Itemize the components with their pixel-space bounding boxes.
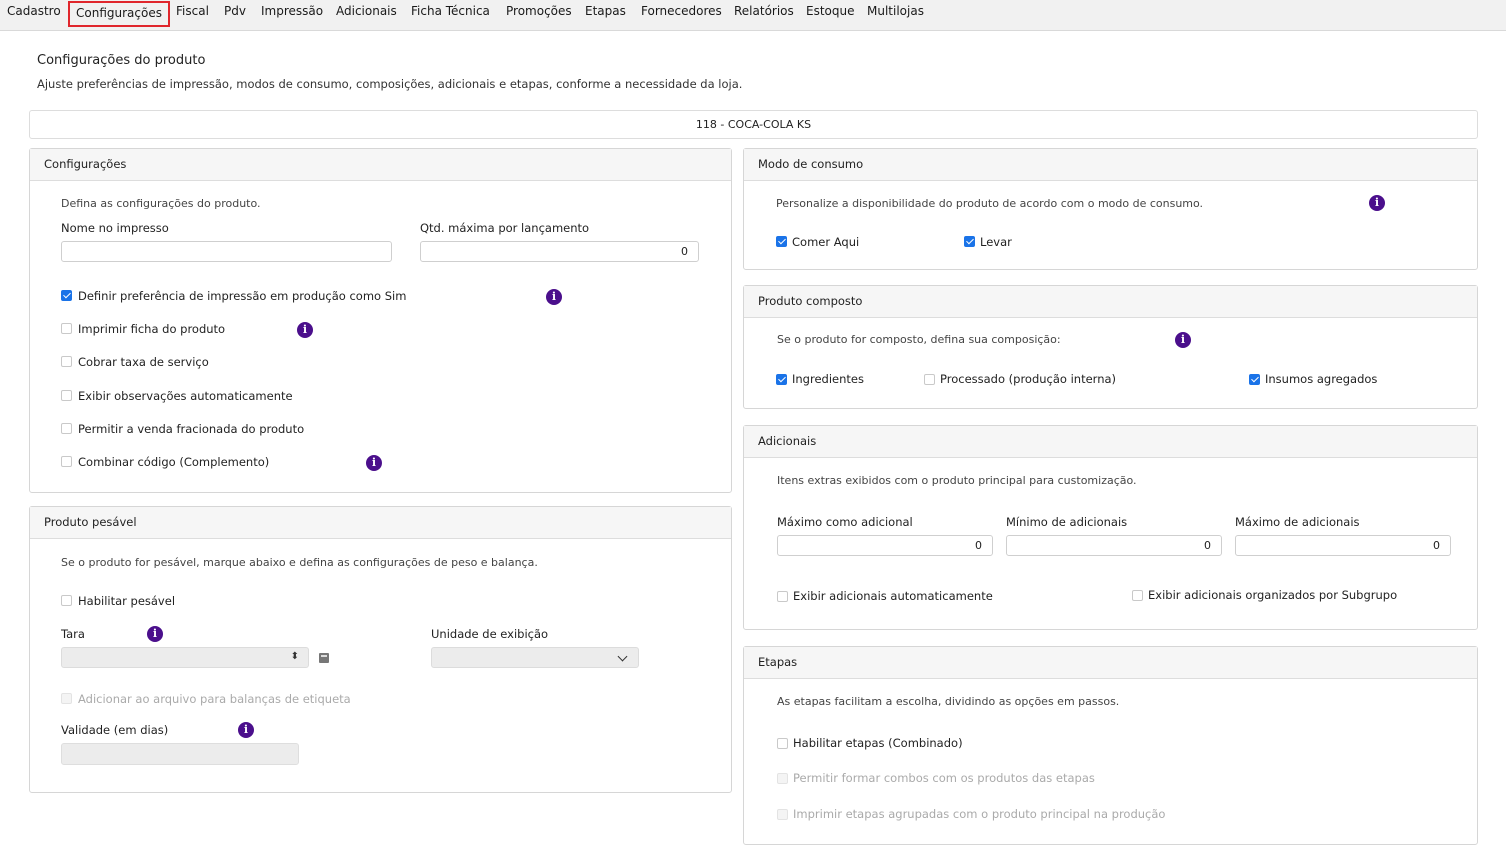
tab-estoque[interactable]: Estoque xyxy=(806,4,855,23)
weighable-description: Se o produto for pesável, marque abaixo … xyxy=(61,556,538,569)
max-addons-label: Máximo de adicionais xyxy=(1235,515,1360,529)
steps-description: As etapas facilitam a escolha, dividindo… xyxy=(777,695,1120,708)
addons-panel: Adicionais Itens extras exibidos com o p… xyxy=(743,425,1478,630)
top-tab-bar: Cadastro Configurações Fiscal Pdv Impres… xyxy=(0,0,1506,31)
steps-panel: Etapas As etapas facilitam a escolha, di… xyxy=(743,646,1478,845)
max-addons-input[interactable]: 0 xyxy=(1235,535,1451,556)
tab-impressao[interactable]: Impressão xyxy=(261,4,323,23)
validity-input[interactable] xyxy=(61,743,299,765)
label-scale-checkbox[interactable] xyxy=(61,693,72,704)
subgroup-addons-checkbox[interactable] xyxy=(1132,590,1143,601)
validity-label: Validade (em dias) xyxy=(61,723,169,737)
print-product-sheet-label: Imprimir ficha do produto xyxy=(78,322,226,336)
label-scale-label: Adicionar ao arquivo para balanças de et… xyxy=(78,692,351,706)
chevron-down-icon xyxy=(617,651,628,662)
addons-description: Itens extras exibidos com o produto prin… xyxy=(777,474,1137,487)
page-title: Configurações do produto xyxy=(37,53,206,68)
config-description: Defina as configurações do produto. xyxy=(61,197,261,210)
auto-addons-label: Exibir adicionais automaticamente xyxy=(793,589,993,603)
take-away-label: Levar xyxy=(980,235,1012,249)
composite-panel: Produto composto Se o produto for compos… xyxy=(743,285,1478,409)
print-preference-info-icon[interactable]: i xyxy=(546,289,562,305)
print-steps-checkbox[interactable] xyxy=(777,809,788,820)
name-printed-input[interactable] xyxy=(61,241,392,262)
max-as-addon-input[interactable]: 0 xyxy=(777,535,993,556)
enable-weighable-label: Habilitar pesável xyxy=(78,594,176,608)
addons-panel-title: Adicionais xyxy=(744,426,1477,458)
processed-label: Processado (produção interna) xyxy=(940,372,1117,386)
enable-steps-label: Habilitar etapas (Combinado) xyxy=(793,736,963,750)
tab-promocoes[interactable]: Promoções xyxy=(506,4,572,23)
tab-relatorios[interactable]: Relatórios xyxy=(734,4,794,23)
print-product-sheet-info-icon[interactable]: i xyxy=(297,322,313,338)
page-subtitle: Ajuste preferências de impressão, modos … xyxy=(37,77,743,91)
tab-cadastro[interactable]: Cadastro xyxy=(7,4,61,23)
display-unit-label: Unidade de exibição xyxy=(431,627,549,641)
consumption-info-icon[interactable]: i xyxy=(1369,195,1385,211)
tab-ficha-tecnica[interactable]: Ficha Técnica xyxy=(411,4,490,23)
service-fee-checkbox[interactable] xyxy=(61,356,72,367)
tab-fiscal[interactable]: Fiscal xyxy=(176,4,209,23)
max-qty-label: Qtd. máxima por lançamento xyxy=(420,221,590,235)
min-addons-input[interactable]: 0 xyxy=(1006,535,1222,556)
ingredients-label: Ingredientes xyxy=(792,372,864,386)
consumption-panel-title: Modo de consumo xyxy=(744,149,1477,181)
display-unit-select[interactable] xyxy=(431,647,639,668)
consumption-description: Personalize a disponibilidade do produto… xyxy=(776,197,1204,210)
min-addons-label: Mínimo de adicionais xyxy=(1006,515,1128,529)
validity-info-icon[interactable]: i xyxy=(238,722,254,738)
config-panel-title: Configurações xyxy=(30,149,731,181)
steps-panel-title: Etapas xyxy=(744,647,1477,679)
combine-code-checkbox[interactable] xyxy=(61,456,72,467)
enable-steps-checkbox[interactable] xyxy=(777,738,788,749)
ingredients-checkbox[interactable] xyxy=(776,374,787,385)
take-away-checkbox[interactable] xyxy=(964,236,975,247)
print-product-sheet-checkbox[interactable] xyxy=(61,323,72,334)
name-printed-label: Nome no impresso xyxy=(61,221,169,235)
composite-panel-title: Produto composto xyxy=(744,286,1477,318)
print-preference-checkbox[interactable] xyxy=(61,290,72,301)
max-as-addon-label: Máximo como adicional xyxy=(777,515,913,529)
print-preference-label: Definir preferência de impressão em prod… xyxy=(78,289,407,303)
tara-label: Tara xyxy=(61,627,85,641)
weighable-panel-title: Produto pesável xyxy=(30,507,731,539)
composite-description: Se o produto for composto, defina sua co… xyxy=(777,333,1061,346)
tab-adicionais[interactable]: Adicionais xyxy=(336,4,397,23)
service-fee-label: Cobrar taxa de serviço xyxy=(78,355,209,369)
combos-steps-label: Permitir formar combos com os produtos d… xyxy=(793,771,1095,785)
tab-fornecedores[interactable]: Fornecedores xyxy=(641,4,722,23)
eat-here-label: Comer Aqui xyxy=(792,235,860,249)
max-qty-input[interactable]: 0 xyxy=(420,241,699,262)
tab-pdv[interactable]: Pdv xyxy=(224,4,246,23)
fractional-sale-label: Permitir a venda fracionada do produto xyxy=(78,422,305,436)
tab-configuracoes[interactable]: Configurações xyxy=(68,1,170,27)
tara-select[interactable]: ⬍ xyxy=(61,647,309,668)
auto-observations-label: Exibir observações automaticamente xyxy=(78,389,293,403)
combos-steps-checkbox[interactable] xyxy=(777,773,788,784)
print-steps-label: Imprimir etapas agrupadas com o produto … xyxy=(793,807,1166,821)
auto-addons-checkbox[interactable] xyxy=(777,591,788,602)
consumption-panel: Modo de consumo Personalize a disponibil… xyxy=(743,148,1478,270)
spinner-icon: ⬍ xyxy=(290,651,299,662)
tab-etapas[interactable]: Etapas xyxy=(585,4,626,23)
config-panel: Configurações Defina as configurações do… xyxy=(29,148,732,493)
combine-code-label: Combinar código (Complemento) xyxy=(78,455,270,469)
eat-here-checkbox[interactable] xyxy=(776,236,787,247)
tara-info-icon[interactable]: i xyxy=(147,626,163,642)
fractional-sale-checkbox[interactable] xyxy=(61,423,72,434)
subgroup-addons-label: Exibir adicionais organizados por Subgru… xyxy=(1148,588,1398,602)
composite-info-icon[interactable]: i xyxy=(1175,332,1191,348)
aggregated-inputs-label: Insumos agregados xyxy=(1265,372,1378,386)
auto-observations-checkbox[interactable] xyxy=(61,390,72,401)
product-name-bar: 118 - COCA-COLA KS xyxy=(29,110,1478,139)
weighable-panel: Produto pesável Se o produto for pesável… xyxy=(29,506,732,793)
tab-multilojas[interactable]: Multilojas xyxy=(867,4,924,23)
combine-code-info-icon[interactable]: i xyxy=(366,455,382,471)
calculator-icon[interactable] xyxy=(319,653,329,663)
enable-weighable-checkbox[interactable] xyxy=(61,595,72,606)
aggregated-inputs-checkbox[interactable] xyxy=(1249,374,1260,385)
processed-checkbox[interactable] xyxy=(924,374,935,385)
